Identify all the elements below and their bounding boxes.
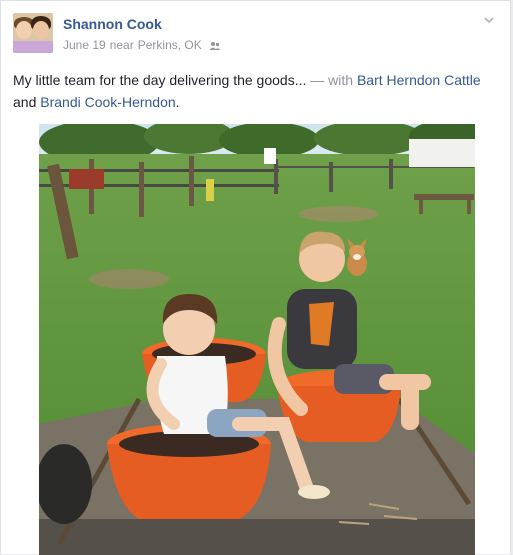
- caption-text: My little team for the day delivering th…: [13, 72, 307, 88]
- post-photo[interactable]: [39, 124, 475, 555]
- feed-post: Shannon Cook June 19 near Perkins, OK My…: [0, 0, 511, 555]
- post-caption: My little team for the day delivering th…: [13, 69, 501, 113]
- caption-period: .: [175, 94, 180, 110]
- post-meta: June 19 near Perkins, OK: [63, 38, 221, 52]
- author-avatar[interactable]: [13, 13, 53, 53]
- post-date[interactable]: June 19: [63, 38, 106, 52]
- post-location[interactable]: Perkins, OK: [138, 38, 202, 52]
- tagged-user-1[interactable]: Bart Herndon Cattle: [357, 72, 481, 88]
- friends-icon[interactable]: [209, 40, 221, 50]
- and-label: and: [13, 94, 37, 110]
- with-label: — with: [310, 72, 354, 88]
- near-label: near: [109, 38, 134, 52]
- author-name[interactable]: Shannon Cook: [63, 16, 162, 32]
- chevron-down-icon[interactable]: [482, 13, 496, 27]
- tagged-user-2[interactable]: Brandi Cook-Herndon: [40, 94, 175, 110]
